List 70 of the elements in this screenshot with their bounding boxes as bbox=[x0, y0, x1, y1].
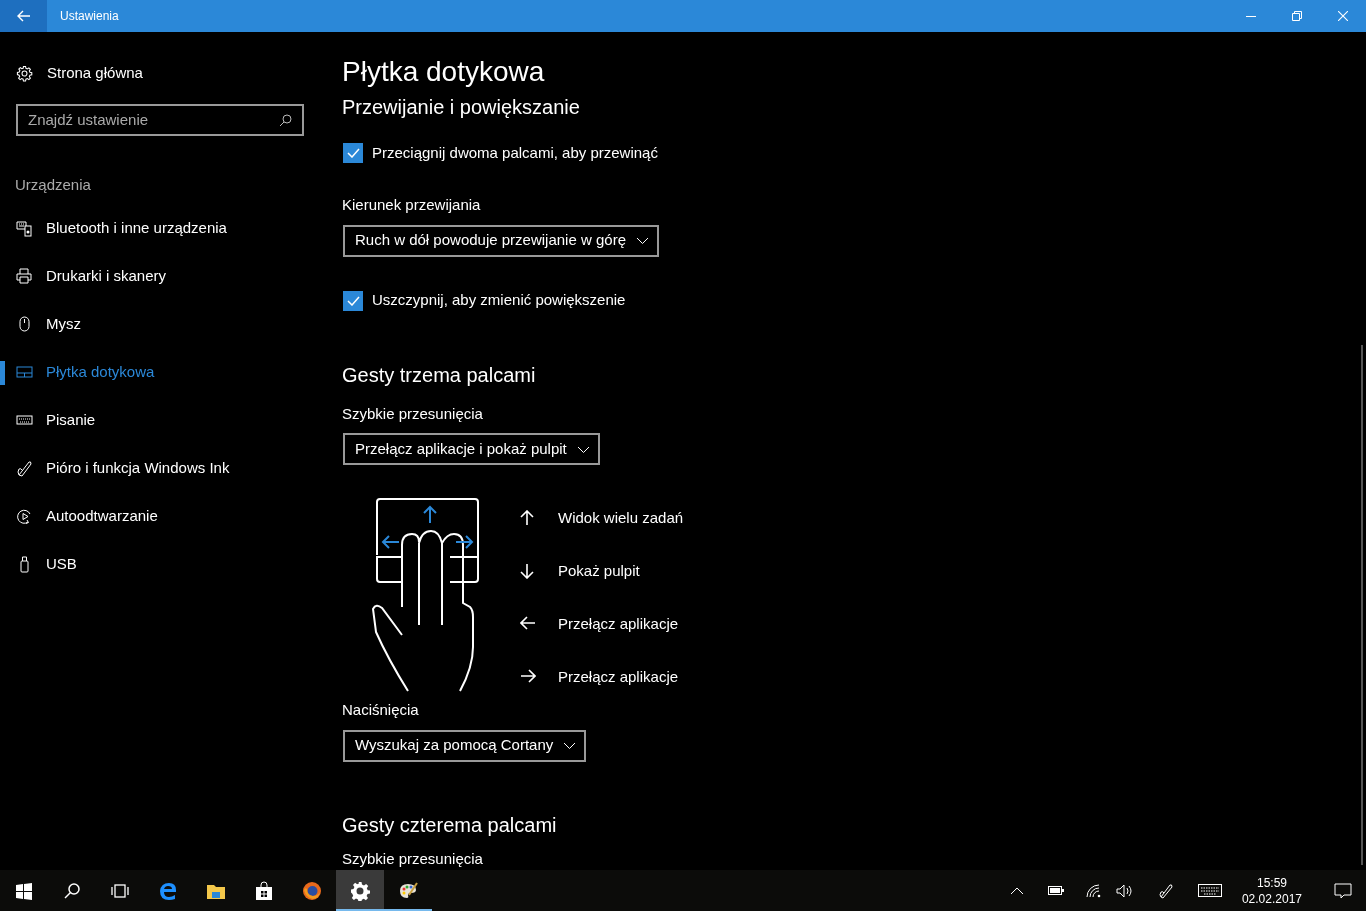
search-icon bbox=[279, 113, 292, 127]
section-heading: Gesty trzema palcami bbox=[342, 362, 536, 388]
taskbar-button[interactable] bbox=[336, 870, 384, 911]
clock[interactable]: 15:59 02.02.2017 bbox=[1241, 874, 1302, 907]
home-link[interactable]: Strona główna bbox=[16, 62, 320, 84]
checkbox-label: Przeciągnij dwoma palcami, aby przewinąć bbox=[372, 142, 658, 163]
checkmark-icon bbox=[346, 295, 360, 306]
browser-e-icon bbox=[158, 880, 178, 901]
section-label: Urządzenia bbox=[15, 175, 92, 195]
field-label: Szybkie przesunięcia bbox=[342, 848, 483, 869]
keyboard-icon[interactable] bbox=[1197, 884, 1222, 897]
settings-icon bbox=[350, 880, 370, 901]
field-label: Kierunek przewijania bbox=[342, 195, 481, 215]
shopping-bag-icon bbox=[254, 880, 274, 901]
gesture-label: Pokaż pulpit bbox=[558, 560, 640, 581]
section-heading: Przewijanie i powiększanie bbox=[342, 95, 580, 120]
back-arrow-icon bbox=[16, 10, 31, 22]
section-heading: Gesty czterema palcami bbox=[342, 812, 557, 838]
dropdown[interactable]: Ruch w dół powoduje przewijanie w górę bbox=[343, 224, 659, 257]
settings-icon bbox=[16, 64, 33, 82]
nav-item[interactable]: Płytka dotykowa bbox=[0, 348, 320, 397]
dropdown[interactable]: Przełącz aplikacje i pokaż pulpit bbox=[343, 433, 600, 465]
volume-icon[interactable] bbox=[1115, 883, 1134, 898]
selection-indicator bbox=[0, 360, 5, 385]
down-arrow-icon bbox=[520, 563, 536, 579]
checkbox[interactable] bbox=[343, 290, 363, 311]
chevron-down-icon bbox=[576, 445, 590, 453]
touchpad-icon bbox=[16, 364, 33, 381]
play-circle-icon bbox=[16, 508, 33, 525]
chevron-up-icon[interactable] bbox=[1009, 886, 1024, 895]
printer-icon bbox=[16, 268, 33, 285]
nav-item[interactable]: Mysz bbox=[0, 300, 320, 349]
close-icon bbox=[1338, 11, 1348, 21]
search-field[interactable]: Znajdź ustawienie bbox=[16, 104, 304, 136]
up-arrow-icon bbox=[520, 510, 536, 526]
chevron-down-icon bbox=[636, 237, 649, 244]
gesture-label: Widok wielu zadań bbox=[558, 507, 684, 528]
gesture-label: Przełącz aplikacje bbox=[558, 613, 679, 634]
checkmark-icon bbox=[346, 148, 360, 158]
gesture-label: Przełącz aplikacje bbox=[558, 666, 679, 687]
wifi-icon[interactable] bbox=[1085, 883, 1102, 898]
windows-logo-icon bbox=[14, 880, 34, 901]
battery-icon[interactable] bbox=[1047, 886, 1064, 895]
search-icon bbox=[62, 880, 82, 901]
window-title: Ustawienia bbox=[60, 8, 119, 25]
dropdown[interactable]: Wyszukaj za pomocą Cortany bbox=[343, 729, 587, 762]
nav-item[interactable]: Bluetooth i inne urządzenia bbox=[0, 204, 320, 253]
bluetooth-devices-icon bbox=[16, 220, 33, 237]
checkbox[interactable] bbox=[343, 143, 363, 163]
back-button[interactable] bbox=[0, 0, 47, 32]
nav-item[interactable]: USB bbox=[0, 540, 320, 589]
pen-icon[interactable] bbox=[1157, 882, 1174, 899]
paint-palette-icon bbox=[398, 880, 418, 901]
globe-fox-icon bbox=[302, 880, 322, 901]
chevron-down-icon bbox=[563, 742, 577, 749]
field-label: Naciśnięcia bbox=[342, 700, 419, 720]
notifications-icon[interactable] bbox=[1334, 882, 1352, 899]
minimize-icon bbox=[1246, 15, 1256, 17]
checkbox-label: Uszczypnij, aby zmienić powiększenie bbox=[372, 290, 626, 311]
right-arrow-icon bbox=[520, 669, 536, 685]
nav-item[interactable]: Pisanie bbox=[0, 396, 320, 445]
pen-icon bbox=[16, 460, 33, 477]
mouse-icon bbox=[16, 316, 33, 333]
nav-item[interactable]: Drukarki i skanery bbox=[0, 252, 320, 301]
restore-icon bbox=[1292, 11, 1302, 21]
left-arrow-icon bbox=[520, 616, 536, 632]
nav-item[interactable]: Autoodtwarzanie bbox=[0, 492, 320, 541]
page-title: Płytka dotykowa bbox=[342, 55, 545, 89]
field-label: Szybkie przesunięcia bbox=[342, 403, 483, 424]
nav-item[interactable]: Pióro i funkcja Windows Ink bbox=[0, 444, 320, 493]
